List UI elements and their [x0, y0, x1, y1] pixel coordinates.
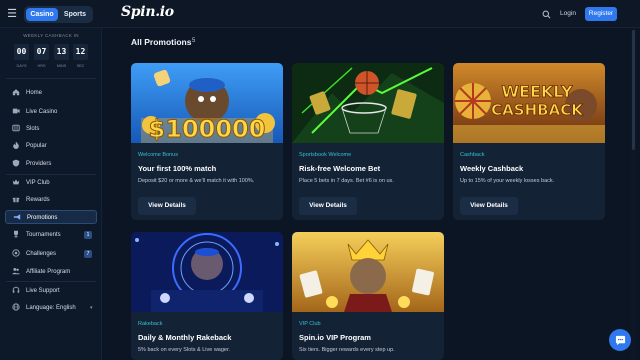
promo-tag: Welcome Bonus	[138, 152, 178, 158]
image-text: $100000	[149, 115, 266, 143]
sidebar-item-live-casino[interactable]: Live Casino	[5, 105, 97, 119]
sidebar-item-label: Live Support	[26, 288, 60, 294]
count-badge: 7	[84, 250, 92, 258]
promo-image-cashback: WEEKLY CASHBACK	[453, 63, 605, 143]
promo-description: Deposit $20 or more & we'll match it wit…	[138, 178, 255, 184]
live-icon	[11, 107, 20, 116]
timer-hours: 07	[34, 44, 49, 60]
view-details-button[interactable]: View Details	[299, 197, 357, 215]
sidebar-item-label: Popular	[26, 143, 47, 149]
logo[interactable]: Spin.io	[121, 4, 174, 20]
sidebar-item-label: Promotions	[27, 215, 58, 221]
promo-title: Your first 100% match	[138, 164, 217, 173]
language-selector[interactable]: Language: English ▾	[5, 301, 97, 315]
promo-image-sportsbook	[292, 63, 444, 143]
sidebar-item-label: Live Casino	[26, 109, 58, 115]
sidebar-item-live-support[interactable]: Live Support	[5, 284, 97, 298]
timer-days-label: DAYS	[16, 64, 27, 68]
promo-description: Up to 15% of your weekly losses back.	[460, 178, 555, 184]
sidebar-item-challenges[interactable]: Challenges 7	[5, 247, 97, 261]
sidebar-item-rewards[interactable]: Rewards	[5, 193, 97, 207]
casino-tab[interactable]: Casino	[26, 8, 58, 21]
trophy-icon	[11, 230, 20, 239]
sidebar-item-label: Rewards	[26, 197, 50, 203]
casino-sports-switch: Casino Sports	[24, 6, 93, 23]
promo-title: Spin.io VIP Program	[299, 333, 371, 342]
promo-title: Weekly Cashback	[460, 164, 524, 173]
megaphone-icon	[12, 213, 21, 222]
fire-icon	[11, 141, 20, 150]
page-title: All Promotions	[131, 37, 192, 47]
view-details-button[interactable]: View Details	[460, 197, 518, 215]
sidebar-item-providers[interactable]: Providers	[5, 157, 97, 171]
sidebar-item-label: Affiliate Program	[26, 269, 71, 275]
sidebar-item-slots[interactable]: Slots	[5, 122, 97, 136]
sidebar-item-home[interactable]: Home	[5, 86, 97, 100]
promo-description: Place 5 bets in 7 days. Bet #6 is on us.	[299, 178, 394, 184]
sidebar-item-label: VIP Club	[26, 180, 50, 186]
promo-title: Risk-free Welcome Bet	[299, 164, 381, 173]
headset-icon	[11, 286, 20, 295]
promo-card-rakeback[interactable]: Rakeback Daily & Monthly Rakeback 5% bac…	[131, 232, 283, 360]
promo-tag: Cashback	[460, 152, 485, 158]
promo-tag: Rakeback	[138, 321, 163, 327]
promo-card-welcome-bonus[interactable]: $100000 Welcome Bonus Your first 100% ma…	[131, 63, 283, 220]
timer-hours-label: HRS	[37, 64, 46, 68]
register-button[interactable]: Register	[585, 7, 617, 21]
image-text: CASHBACK	[491, 101, 584, 119]
divider	[6, 174, 96, 175]
view-details-button[interactable]: View Details	[138, 197, 196, 215]
sidebar-item-label: Tournaments	[26, 232, 61, 238]
count-badge: 1	[84, 231, 92, 239]
chat-icon[interactable]	[609, 329, 631, 351]
promo-tag: Sportsbook Welcome	[299, 152, 352, 158]
users-icon	[11, 267, 20, 276]
sidebar-item-promotions[interactable]: Promotions	[5, 210, 97, 224]
sidebar-item-tournaments[interactable]: Tournaments 1	[5, 228, 97, 242]
promo-description: Six tiers. Bigger rewards every step up.	[299, 347, 395, 353]
promo-title: Daily & Monthly Rakeback	[138, 333, 232, 342]
sidebar-item-label: Challenges	[26, 251, 57, 257]
scrollbar-thumb[interactable]	[632, 30, 635, 150]
promo-description: 5% back on every Slots & Live wager.	[138, 347, 231, 353]
sidebar-item-label: Language: English	[26, 305, 76, 311]
sidebar-item-popular[interactable]: Popular	[5, 139, 97, 153]
promotions-count: 5	[192, 38, 196, 44]
sidebar-item-vip-club[interactable]: VIP Club	[5, 176, 97, 190]
search-icon[interactable]	[539, 7, 553, 21]
sidebar-item-label: Home	[26, 90, 43, 96]
home-icon	[11, 88, 20, 97]
promo-card-sportsbook-welcome[interactable]: Sportsbook Welcome Risk-free Welcome Bet…	[292, 63, 444, 220]
shield-icon	[11, 159, 20, 168]
promo-card-cashback[interactable]: WEEKLY CASHBACK Cashback Weekly Cashback…	[453, 63, 605, 220]
promo-image-welcome-bonus: $100000	[131, 63, 283, 143]
divider	[6, 281, 96, 282]
sidebar-item-affiliate-program[interactable]: Affiliate Program	[5, 265, 97, 279]
timer-minutes: 13	[54, 44, 69, 60]
globe-icon	[11, 303, 20, 312]
sidebar-item-label: Providers	[26, 161, 52, 167]
image-text: WEEKLY	[501, 82, 573, 101]
sidebar-item-label: Slots	[26, 126, 40, 132]
gift-icon	[11, 195, 20, 204]
promo-card-vip-club[interactable]: VIP Club Spin.io VIP Program Six tiers. …	[292, 232, 444, 360]
promo-tag: VIP Club	[299, 321, 321, 327]
slots-icon	[11, 124, 20, 133]
timer-seconds-label: SEC	[76, 64, 85, 68]
top-bar: ☰ Casino Sports Spin.io Login Register	[0, 0, 640, 28]
timer-days: 00	[14, 44, 29, 60]
promo-image-rakeback	[131, 232, 283, 312]
login-button[interactable]: Login	[557, 7, 579, 21]
cashback-title: WEEKLY CASHBACK IN	[23, 33, 79, 38]
target-icon	[11, 249, 20, 258]
timer-minutes-label: MINS	[56, 64, 67, 68]
menu-icon[interactable]: ☰	[6, 8, 18, 20]
crown-icon	[11, 178, 20, 187]
divider	[6, 78, 96, 79]
chevron-down-icon: ▾	[90, 305, 93, 311]
sports-tab[interactable]: Sports	[59, 8, 91, 21]
timer-seconds: 12	[73, 44, 88, 60]
promo-image-vip	[292, 232, 444, 312]
